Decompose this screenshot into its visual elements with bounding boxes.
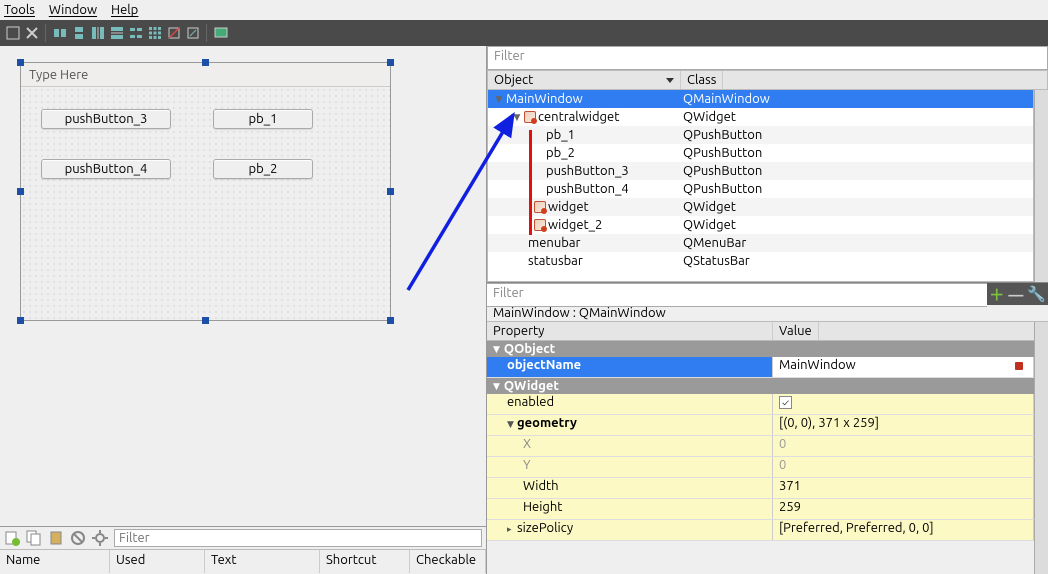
menu-help[interactable]: Help (111, 3, 138, 17)
resize-handle[interactable] (387, 317, 394, 324)
edit-widgets-icon[interactable] (4, 25, 21, 42)
menu-tools[interactable]: Tools (4, 3, 35, 17)
prop-sizepolicy[interactable]: ▸sizePolicy [Preferred, Preferred, 0, 0] (487, 520, 1034, 541)
property-toolbar: ＋ — 🔧 (987, 283, 1048, 305)
tree-scrollbar[interactable] (1034, 90, 1048, 282)
form-menubar[interactable]: Type Here (21, 63, 390, 87)
resize-handle[interactable] (17, 59, 24, 66)
menubar: Tools Window Help (0, 0, 1048, 20)
prop-geom-x[interactable]: X0 (487, 436, 1034, 457)
pb-1[interactable]: pb_1 (213, 109, 313, 129)
tree-row-mainwindow[interactable]: ▼MainWindow QMainWindow (488, 90, 1033, 108)
menu-window[interactable]: Window (49, 3, 97, 17)
tree-row-statusbar[interactable]: statusbar QStatusBar (488, 252, 1033, 270)
toolbar (0, 20, 1048, 46)
tree-row-pushbutton3[interactable]: pushButton_3 QPushButton (488, 162, 1033, 180)
widget-icon (524, 111, 536, 123)
col-name[interactable]: Name (0, 550, 110, 573)
tree-row-widget2[interactable]: widget_2 QWidget (488, 216, 1033, 234)
prop-geom-y[interactable]: Y0 (487, 457, 1034, 478)
tree-row-menubar[interactable]: menubar QMenuBar (488, 234, 1033, 252)
col-shortcut[interactable]: Shortcut (320, 550, 410, 573)
col-object[interactable]: Object (488, 71, 681, 89)
col-used[interactable]: Used (110, 550, 205, 573)
copy-action-icon[interactable] (26, 530, 42, 546)
action-editor: Name Used Text Shortcut Checkable (0, 526, 486, 574)
close-icon[interactable] (23, 25, 40, 42)
resize-handle[interactable] (202, 317, 209, 324)
annotation-redline (529, 130, 532, 235)
property-scrollbar[interactable] (1034, 322, 1048, 574)
configure-action-icon[interactable] (92, 530, 108, 546)
col-checkable[interactable]: Checkable (410, 550, 486, 573)
tree-row-pb1[interactable]: pb_1 QPushButton (488, 126, 1033, 144)
remove-property-icon[interactable]: — (1008, 286, 1023, 303)
action-filter-input[interactable] (114, 529, 482, 547)
prop-geom-height[interactable]: Height259 (487, 499, 1034, 520)
configure-property-icon[interactable]: 🔧 (1027, 285, 1046, 303)
widget-icon (534, 201, 546, 213)
property-table-header: Property Value (487, 322, 1034, 341)
delete-action-icon[interactable] (70, 530, 86, 546)
form-editor[interactable]: Type Here pushButton_3 pb_1 pushButton_4… (0, 46, 486, 526)
layout-vsplit-icon[interactable] (108, 25, 125, 42)
layout-hsplit-icon[interactable] (89, 25, 106, 42)
paste-action-icon[interactable] (48, 530, 64, 546)
widget-icon (534, 219, 546, 231)
layout-hz-icon[interactable] (51, 25, 68, 42)
prop-group-qobject[interactable]: ▼QObject (487, 341, 1034, 357)
tree-row-widget[interactable]: widget QWidget (488, 198, 1033, 216)
object-tree[interactable]: ▼MainWindow QMainWindow ▼ centralwidget … (487, 90, 1034, 282)
prop-geom-width[interactable]: Width371 (487, 478, 1034, 499)
layout-vt-icon[interactable] (70, 25, 87, 42)
col-class[interactable]: Class (681, 71, 723, 89)
add-property-icon[interactable]: ＋ (989, 284, 1004, 305)
tree-row-pushbutton4[interactable]: pushButton_4 QPushButton (488, 180, 1033, 198)
col-property[interactable]: Property (487, 322, 773, 340)
property-context-label: MainWindow : QMainWindow (487, 305, 1048, 322)
new-action-icon[interactable] (4, 530, 20, 546)
property-table[interactable]: ▼QObject objectName MainWindow ▼QWidget … (487, 341, 1034, 574)
prop-objectname[interactable]: objectName MainWindow (487, 357, 1034, 378)
resize-handle[interactable] (387, 188, 394, 195)
prop-group-qwidget[interactable]: ▼QWidget (487, 378, 1034, 394)
resize-handle[interactable] (17, 188, 24, 195)
preview-icon[interactable] (212, 25, 229, 42)
action-table-header: Name Used Text Shortcut Checkable (0, 549, 486, 573)
pushbutton-3[interactable]: pushButton_3 (41, 109, 171, 129)
checkbox-icon[interactable]: ✓ (779, 396, 792, 409)
resize-handle[interactable] (17, 317, 24, 324)
pushbutton-4[interactable]: pushButton_4 (41, 159, 171, 179)
adjust-size-icon[interactable] (184, 25, 201, 42)
layout-form-icon[interactable] (127, 25, 144, 42)
form-canvas[interactable]: Type Here pushButton_3 pb_1 pushButton_4… (20, 62, 391, 321)
prop-geometry[interactable]: ▼geometry [(0, 0), 371 x 259] (487, 415, 1034, 436)
pb-2[interactable]: pb_2 (213, 159, 313, 179)
object-tree-header: Object Class (487, 70, 1048, 90)
resize-handle[interactable] (387, 59, 394, 66)
reset-icon[interactable] (1015, 362, 1023, 370)
layout-grid-icon[interactable] (146, 25, 163, 42)
break-layout-icon[interactable] (165, 25, 182, 42)
tree-row-pb2[interactable]: pb_2 QPushButton (488, 144, 1033, 162)
prop-enabled[interactable]: enabled ✓ (487, 394, 1034, 415)
col-value[interactable]: Value (773, 322, 819, 340)
col-text[interactable]: Text (205, 550, 320, 573)
resize-handle[interactable] (202, 59, 209, 66)
tree-row-centralwidget[interactable]: ▼ centralwidget QWidget (488, 108, 1033, 126)
property-filter-input[interactable]: Filter (487, 283, 987, 307)
object-filter-input[interactable]: Filter (487, 46, 1048, 70)
